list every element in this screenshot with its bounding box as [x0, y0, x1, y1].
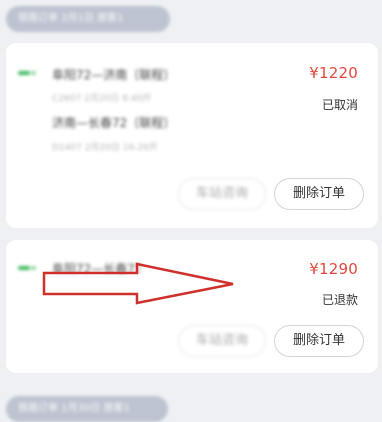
order-group-header: 铁路订单 1月30日 旅客1 — [6, 396, 168, 422]
order-status: 已退款 — [321, 293, 358, 307]
train-icon — [18, 71, 36, 75]
station-consult-button[interactable]: 车站咨询 — [178, 178, 266, 210]
order-card[interactable]: 阜阳72—济南〔联程〕 C2607 2月20日 8:40开 济南—长春72〔联程… — [6, 43, 378, 228]
route-text: 阜阳72—济南〔联程〕 — [52, 68, 176, 82]
delete-order-button[interactable]: 删除订单 — [274, 325, 364, 357]
order-status: 已取消 — [321, 98, 358, 112]
order-price: ¥1220 — [309, 64, 358, 82]
route-text: 济南—长春72〔联程〕 — [52, 116, 176, 130]
order-price: ¥1290 — [309, 260, 358, 278]
order-group-header: 铁路订单 2月1日 旅客1 — [6, 6, 170, 32]
delete-order-button[interactable]: 删除订单 — [274, 178, 364, 210]
train-detail: D1407 2月20日 16:26开 — [52, 143, 158, 153]
train-icon — [18, 266, 36, 270]
order-card[interactable]: 阜阳72—长春72 ¥1290 已退款 车站咨询 删除订单 — [6, 240, 378, 373]
order-group-header-text: 铁路订单 2月1日 旅客1 — [18, 13, 124, 24]
route-text: 阜阳72—长春72 — [52, 262, 143, 276]
train-detail: C2607 2月20日 8:40开 — [52, 94, 152, 104]
order-group-header-text: 铁路订单 1月30日 旅客1 — [18, 403, 130, 414]
station-consult-button[interactable]: 车站咨询 — [178, 325, 266, 357]
